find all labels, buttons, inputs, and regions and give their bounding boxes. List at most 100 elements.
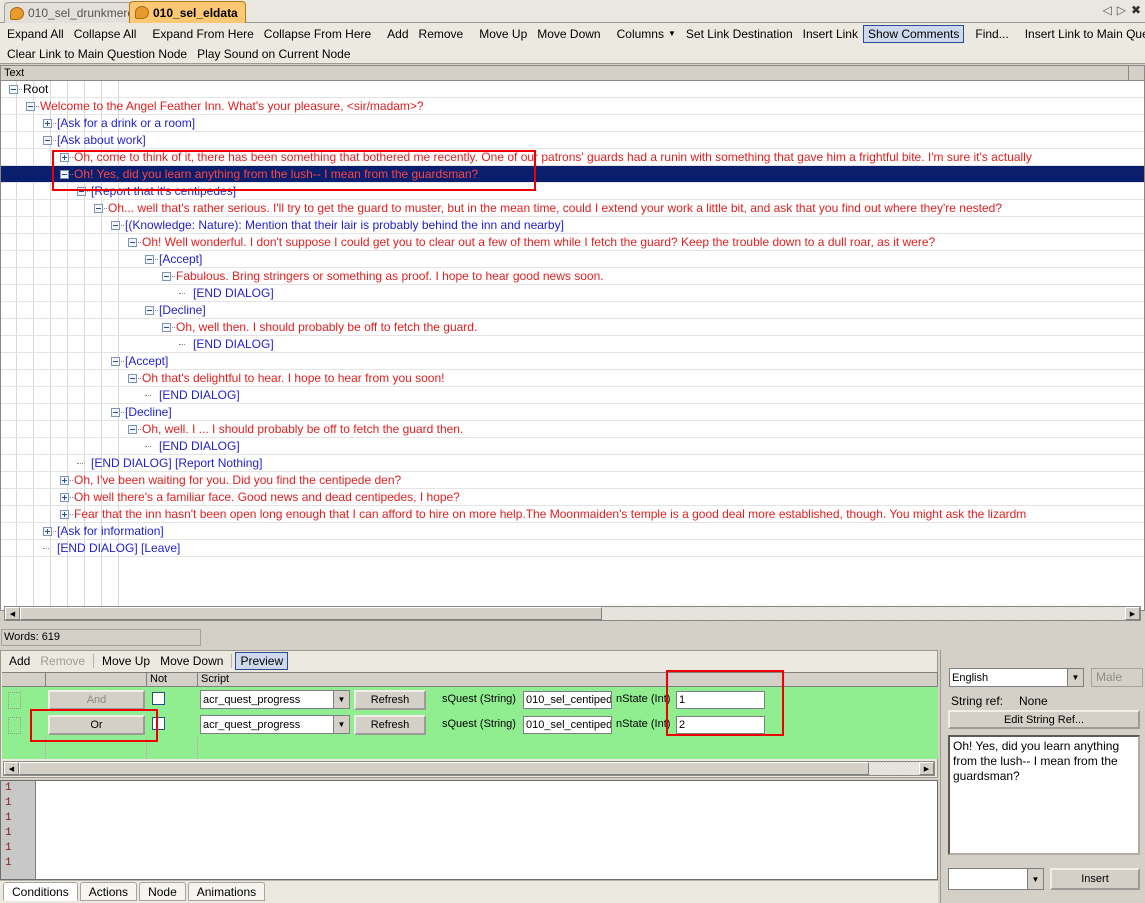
tree-row[interactable]: [Accept] xyxy=(1,251,1144,268)
tree-row[interactable]: [Decline] xyxy=(1,404,1144,421)
tree-horizontal-scrollbar[interactable]: ◀ ▶ xyxy=(4,606,1141,621)
tree-expand-icon[interactable] xyxy=(60,476,69,485)
scrollbar-thumb[interactable] xyxy=(20,607,602,620)
tree-row[interactable]: Fabulous. Bring stringers or something a… xyxy=(1,268,1144,285)
tree-collapse-icon[interactable] xyxy=(128,238,137,247)
language-select[interactable]: English ▼ xyxy=(949,668,1084,687)
document-tab-eldata[interactable]: 010_sel_eldata xyxy=(129,1,246,23)
tab-node[interactable]: Node xyxy=(139,882,186,901)
tree-collapse-icon[interactable] xyxy=(162,272,171,281)
tree-row[interactable]: [(Knowledge: Nature): Mention that their… xyxy=(1,217,1144,234)
tree-collapse-icon[interactable] xyxy=(111,357,120,366)
toolbar-show-comments[interactable]: Show Comments xyxy=(862,25,965,43)
tree-row[interactable]: Oh that's delightful to hear. I hope to … xyxy=(1,370,1144,387)
tree-collapse-icon[interactable] xyxy=(128,425,137,434)
tree-row[interactable]: Oh, I've been waiting for you. Did you f… xyxy=(1,472,1144,489)
tab-actions[interactable]: Actions xyxy=(79,882,138,901)
condition-param1-input[interactable]: 010_sel_centiped xyxy=(523,716,612,734)
tree-collapse-icon[interactable] xyxy=(60,170,69,179)
tree-row[interactable]: Fear that the inn hasn't been open long … xyxy=(1,506,1144,523)
scroll-left-icon[interactable]: ◀ xyxy=(5,607,20,620)
tree-expand-icon[interactable] xyxy=(60,153,69,162)
toolbar-columns[interactable]: Columns ▼ xyxy=(612,25,681,44)
tree-row[interactable]: [Accept] xyxy=(1,353,1144,370)
conditions-horizontal-scrollbar[interactable]: ◀ ▶ xyxy=(3,761,935,776)
chevron-down-icon[interactable]: ▼ xyxy=(1067,669,1083,686)
toolbar-move-up[interactable]: Move Up xyxy=(474,25,532,43)
scrollbar-track[interactable] xyxy=(602,607,1125,620)
tree-row[interactable]: [Report that it's centipedes] xyxy=(1,183,1144,200)
toolbar-clear-link-main-question[interactable]: Clear Link to Main Question Node xyxy=(2,45,192,63)
conditions-col-logic[interactable] xyxy=(46,673,147,686)
toolbar-insert-link[interactable]: Insert Link xyxy=(798,25,863,43)
tree-row[interactable]: [END DIALOG] xyxy=(1,438,1144,455)
scroll-right-icon[interactable]: ▶ xyxy=(919,762,934,775)
tree-collapse-icon[interactable] xyxy=(128,374,137,383)
tree-collapse-icon[interactable] xyxy=(9,85,18,94)
tree-expand-icon[interactable] xyxy=(60,493,69,502)
tree-row[interactable]: Oh well there's a familiar face. Good ne… xyxy=(1,489,1144,506)
tree-row[interactable]: [END DIALOG] [Leave] xyxy=(1,540,1144,557)
toolbar-move-down[interactable]: Move Down xyxy=(532,25,605,43)
tree-collapse-icon[interactable] xyxy=(43,136,52,145)
toolbar-find[interactable]: Find... xyxy=(970,25,1013,43)
row-drag-handle[interactable] xyxy=(8,692,21,709)
conditions-move-down-button[interactable]: Move Down xyxy=(155,652,228,670)
tree-row[interactable]: [END DIALOG] xyxy=(1,285,1144,302)
condition-logic-button[interactable]: Or xyxy=(48,715,145,735)
tree-row[interactable]: Root xyxy=(1,81,1144,98)
tree-collapse-icon[interactable] xyxy=(162,323,171,332)
tree-collapse-icon[interactable] xyxy=(145,255,154,264)
tree-rows-container[interactable]: Root Welcome to the Angel Feather Inn. Wh… xyxy=(1,81,1144,610)
tree-collapse-icon[interactable] xyxy=(26,102,35,111)
chevron-down-icon[interactable]: ▼ xyxy=(333,716,349,733)
nav-prev-icon[interactable]: ◁ xyxy=(1102,3,1111,17)
condition-row[interactable]: Or acr_quest_progress ▼ Refresh sQuest (… xyxy=(2,712,938,737)
tree-row[interactable]: Oh! Yes, did you learn anything from the… xyxy=(1,166,1144,183)
close-icon[interactable]: ✖ xyxy=(1131,3,1141,17)
toolbar-set-link-destination[interactable]: Set Link Destination xyxy=(681,25,798,43)
tree-expand-icon[interactable] xyxy=(43,119,52,128)
conditions-add-button[interactable]: Add xyxy=(4,652,35,670)
condition-logic-button[interactable]: And xyxy=(48,690,145,710)
tree-row[interactable]: [Decline] xyxy=(1,302,1144,319)
edit-string-ref-button[interactable]: Edit String Ref... xyxy=(948,710,1140,729)
condition-script-combo[interactable]: acr_quest_progress ▼ xyxy=(200,715,350,734)
row-drag-handle[interactable] xyxy=(8,717,21,734)
toolbar-insert-link-main-question[interactable]: Insert Link to Main Question Node xyxy=(1020,25,1145,43)
document-tab-drunkmerc[interactable]: 010_sel_drunkmerc xyxy=(4,2,142,23)
scroll-right-icon[interactable]: ▶ xyxy=(1125,607,1140,620)
tree-row[interactable]: [END DIALOG] [Report Nothing] xyxy=(1,455,1144,472)
toolbar-expand-from-here[interactable]: Expand From Here xyxy=(147,25,258,43)
tree-collapse-icon[interactable] xyxy=(77,187,86,196)
toolbar-collapse-from-here[interactable]: Collapse From Here xyxy=(259,25,376,43)
condition-param2-input[interactable]: 1 xyxy=(676,691,765,709)
tree-row[interactable]: Oh! Well wonderful. I don't suppose I co… xyxy=(1,234,1144,251)
scroll-left-icon[interactable]: ◀ xyxy=(4,762,19,775)
toolbar-add[interactable]: Add xyxy=(382,25,413,43)
toolbar-remove[interactable]: Remove xyxy=(414,25,469,43)
condition-param1-input[interactable]: 010_sel_centiped xyxy=(523,691,612,709)
condition-empty-row[interactable] xyxy=(2,737,938,759)
nav-next-icon[interactable]: ▷ xyxy=(1117,3,1126,17)
tree-row[interactable]: Welcome to the Angel Feather Inn. What's… xyxy=(1,98,1144,115)
conditions-col-script[interactable]: Script xyxy=(198,673,938,686)
conditions-move-up-button[interactable]: Move Up xyxy=(97,652,155,670)
tree-row[interactable]: [END DIALOG] xyxy=(1,336,1144,353)
tree-row[interactable]: Oh... well that's rather serious. I'll t… xyxy=(1,200,1144,217)
tree-expand-icon[interactable] xyxy=(43,527,52,536)
conditions-preview-button[interactable]: Preview xyxy=(235,652,289,670)
insert-button[interactable]: Insert xyxy=(1050,868,1140,890)
tab-conditions[interactable]: Conditions xyxy=(3,882,78,901)
toolbar-collapse-all[interactable]: Collapse All xyxy=(69,25,142,43)
condition-row[interactable]: And acr_quest_progress ▼ Refresh sQuest … xyxy=(2,687,938,712)
tree-row[interactable]: Oh, well then. I should probably be off … xyxy=(1,319,1144,336)
tree-row[interactable]: [Ask about work] xyxy=(1,132,1144,149)
condition-not-checkbox[interactable] xyxy=(152,692,165,705)
chevron-down-icon[interactable]: ▼ xyxy=(333,691,349,708)
tree-collapse-icon[interactable] xyxy=(145,306,154,315)
tab-animations[interactable]: Animations xyxy=(187,882,266,901)
chevron-down-icon[interactable]: ▼ xyxy=(1027,869,1043,889)
tree-collapse-icon[interactable] xyxy=(94,204,103,213)
toolbar-play-sound[interactable]: Play Sound on Current Node xyxy=(192,45,355,63)
